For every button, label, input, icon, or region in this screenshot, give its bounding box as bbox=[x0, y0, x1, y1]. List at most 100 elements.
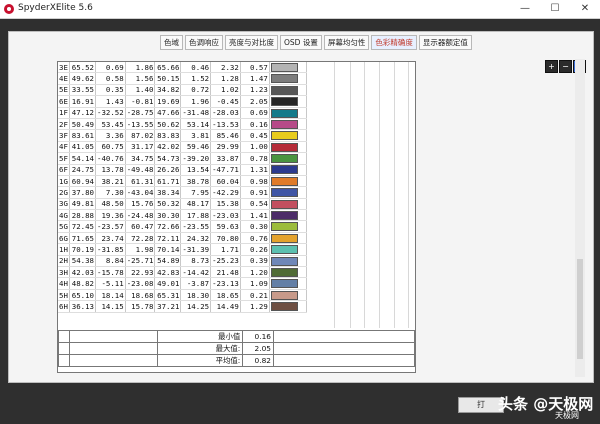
lab-value-cell: 1.43 bbox=[95, 95, 126, 108]
lab-value-cell: -49.48 bbox=[125, 164, 156, 176]
color-swatch-cell bbox=[269, 186, 307, 199]
lab-value-cell: 50.15 bbox=[154, 72, 182, 85]
lab-value-cell: 0.35 bbox=[95, 84, 126, 97]
lab-value-cell: 59.46 bbox=[180, 141, 212, 154]
lab-value-cell: 70.19 bbox=[69, 243, 96, 256]
lab-value-cell: -42.29 bbox=[210, 186, 241, 199]
lab-value-cell: 28.88 bbox=[69, 209, 96, 222]
zoom-in-icon[interactable]: + bbox=[545, 60, 558, 73]
lab-value-cell: -0.45 bbox=[210, 95, 241, 108]
color-swatch bbox=[270, 165, 298, 175]
tab-osd-settings[interactable]: OSD 设置 bbox=[280, 35, 322, 50]
lab-value-cell: 38.21 bbox=[95, 175, 126, 188]
delta-e-cell: 1.41 bbox=[240, 209, 270, 222]
grid-line bbox=[334, 62, 335, 328]
lab-value-cell: -28.75 bbox=[125, 107, 156, 119]
lab-value-cell: 1.52 bbox=[180, 72, 212, 85]
lab-value-cell: 19.69 bbox=[154, 95, 182, 108]
lab-value-cell: 34.75 bbox=[125, 152, 156, 165]
patch-id: 6F bbox=[58, 164, 70, 176]
color-swatch bbox=[270, 302, 298, 312]
lab-value-cell: 54.14 bbox=[69, 152, 96, 165]
main-area: 色域 色调响应 亮度与对比度 OSD 设置 屏幕均匀性 色彩精确度 显示器额定值… bbox=[0, 19, 600, 424]
delta-e-cell: 0.69 bbox=[240, 107, 270, 119]
delta-e-cell: 0.26 bbox=[240, 243, 270, 256]
color-swatch bbox=[270, 131, 298, 141]
lab-value-cell: -0.81 bbox=[125, 95, 156, 108]
table-row: 5E 33.55 0.35 1.40 34.82 0.72 1.02 1.23 bbox=[58, 84, 307, 97]
zoom-out-icon[interactable]: − bbox=[559, 60, 572, 73]
lab-value-cell: 24.32 bbox=[180, 232, 212, 245]
color-swatch-cell bbox=[269, 266, 307, 279]
lab-value-cell: 1.98 bbox=[125, 243, 156, 256]
lab-value-cell: 17.88 bbox=[180, 209, 212, 222]
color-swatch bbox=[270, 188, 298, 198]
delta-e-cell: 1.31 bbox=[240, 164, 270, 176]
lab-value-cell: 1.02 bbox=[210, 84, 241, 97]
lab-value-cell: 65.66 bbox=[154, 62, 182, 74]
lab-value-cell: -15.78 bbox=[95, 266, 126, 279]
patch-id: 4F bbox=[58, 141, 70, 154]
lab-value-cell: 54.73 bbox=[154, 152, 182, 165]
lab-value-cell: 30.30 bbox=[154, 209, 182, 222]
tab-screen-uniformity[interactable]: 屏幕均匀性 bbox=[323, 35, 370, 50]
grid-line bbox=[408, 62, 409, 328]
table-row: 1F 47.12 -32.52 -28.75 47.66 -31.48 -28.03 0.69 bbox=[58, 107, 307, 119]
lab-value-cell: 71.65 bbox=[69, 232, 96, 245]
delta-e-cell: 2.05 bbox=[240, 95, 270, 108]
lab-value-cell: 47.66 bbox=[154, 107, 182, 119]
maximize-button[interactable]: ☐ bbox=[540, 1, 570, 17]
table-row: 6F 24.75 13.78 -49.48 26.26 13.54 -47.71 1.31 bbox=[58, 164, 307, 176]
tab-gamut[interactable]: 色域 bbox=[160, 35, 183, 50]
delta-e-cell: 1.09 bbox=[240, 277, 270, 290]
patch-id: 6E bbox=[58, 95, 70, 108]
tab-display-rating[interactable]: 显示器额定值 bbox=[418, 35, 472, 50]
color-swatch bbox=[270, 142, 298, 152]
delta-e-cell: 0.91 bbox=[240, 186, 270, 199]
tab-tone-response[interactable]: 色调响应 bbox=[185, 35, 223, 50]
summary-min-label: 最小值 bbox=[157, 330, 244, 343]
color-swatch-cell bbox=[269, 152, 307, 165]
grid-line bbox=[379, 62, 380, 328]
color-swatch-cell bbox=[269, 118, 307, 131]
summary-max-value: 2.05 bbox=[242, 342, 274, 355]
lab-value-cell: 33.55 bbox=[69, 84, 96, 97]
color-swatch bbox=[270, 85, 298, 95]
delta-e-cell: 0.21 bbox=[240, 289, 270, 302]
patch-id: 4E bbox=[58, 72, 70, 85]
lab-value-cell: 13.78 bbox=[95, 164, 126, 176]
table-row: 2F 50.49 53.45 -13.55 50.62 53.14 -13.53 0.16 bbox=[58, 118, 307, 131]
lab-value-cell: 15.38 bbox=[210, 198, 241, 211]
close-button[interactable]: ✕ bbox=[570, 1, 600, 17]
color-swatch-cell bbox=[269, 72, 307, 85]
minimize-button[interactable]: — bbox=[510, 1, 540, 17]
color-swatch-cell bbox=[269, 107, 307, 119]
color-swatch bbox=[270, 97, 298, 107]
lab-value-cell: 13.54 bbox=[180, 164, 212, 176]
lab-value-cell: 1.40 bbox=[125, 84, 156, 97]
table-row: 4G 28.88 19.36 -24.48 30.30 17.88 -23.03 1.41 bbox=[58, 209, 307, 222]
lab-value-cell: 53.45 bbox=[95, 118, 126, 131]
scrollbar-thumb[interactable] bbox=[577, 259, 583, 359]
color-swatch bbox=[270, 267, 298, 277]
color-swatch-cell bbox=[269, 84, 307, 97]
lab-value-cell: 60.94 bbox=[69, 175, 96, 188]
window-title: SpyderXElite 5.6 bbox=[18, 3, 93, 13]
lab-value-cell: 70.14 bbox=[154, 243, 182, 256]
tab-brightness-contrast[interactable]: 亮度与对比度 bbox=[225, 35, 278, 50]
lab-value-cell: 65.52 bbox=[69, 62, 96, 74]
patch-id: 6H bbox=[58, 300, 70, 313]
table-row: 1G 60.94 38.21 61.31 61.71 38.78 60.04 0.98 bbox=[58, 175, 307, 188]
patch-id: 4H bbox=[58, 277, 70, 290]
delta-e-cell: 0.98 bbox=[240, 175, 270, 188]
summary-max-label: 最大值: bbox=[157, 342, 244, 355]
lab-value-cell: 2.32 bbox=[210, 62, 241, 74]
tab-color-accuracy[interactable]: 色彩精确度 bbox=[371, 35, 417, 50]
lab-value-cell: 54.89 bbox=[154, 255, 182, 268]
patch-id: 4G bbox=[58, 209, 70, 222]
color-swatch-cell bbox=[269, 209, 307, 222]
lab-value-cell: 16.91 bbox=[69, 95, 96, 108]
lab-value-cell: -23.03 bbox=[210, 209, 241, 222]
table-row: 4F 41.05 60.75 31.17 42.02 59.46 29.99 1.00 bbox=[58, 141, 307, 154]
lab-value-cell: 72.66 bbox=[154, 220, 182, 233]
